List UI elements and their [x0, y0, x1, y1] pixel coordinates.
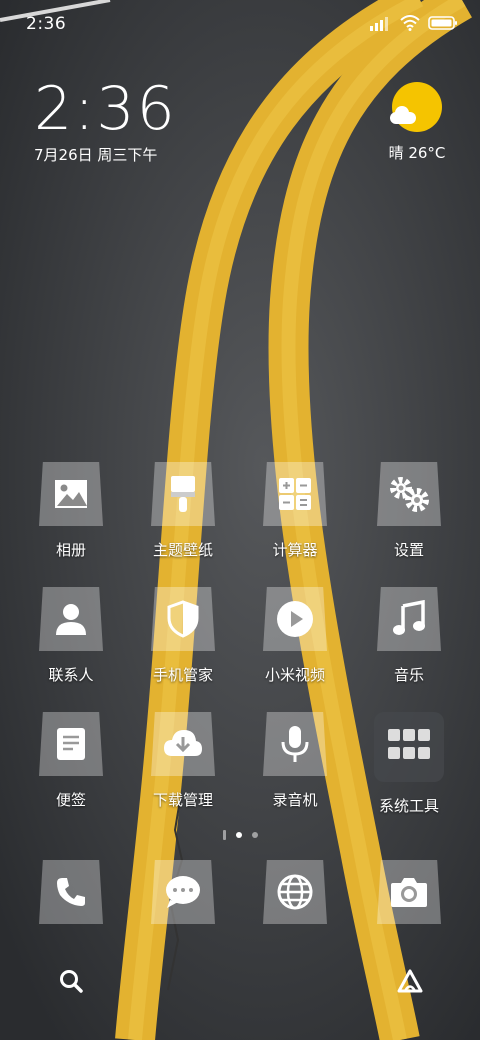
phone-icon	[39, 860, 103, 924]
app-downloads[interactable]: 下载管理	[128, 712, 238, 810]
assistant-button[interactable]	[396, 968, 424, 998]
gallery-icon	[39, 462, 103, 526]
globe-icon	[263, 860, 327, 924]
page-indicator[interactable]	[0, 830, 480, 840]
home-screen: 2:36 2:36 7月26日 周三下午 晴 26°C 相册 主题壁纸 计算器 …	[0, 0, 480, 1040]
message-bubble-icon	[151, 860, 215, 924]
app-label: 系统工具	[378, 797, 439, 815]
camera-icon	[377, 860, 441, 924]
search-icon	[60, 970, 83, 993]
app-notes[interactable]: 便签	[16, 712, 126, 810]
page-dot[interactable]	[251, 832, 258, 838]
person-icon	[39, 587, 103, 651]
paint-brush-icon	[151, 462, 215, 526]
app-security[interactable]: 手机管家	[128, 587, 238, 685]
dock-camera[interactable]	[354, 860, 464, 924]
app-label: 联系人	[48, 666, 94, 684]
app-contacts[interactable]: 联系人	[16, 587, 126, 685]
weather-widget[interactable]: 晴 26°C	[384, 82, 450, 163]
dock-browser[interactable]	[240, 860, 350, 924]
wifi-icon	[400, 15, 420, 31]
clock-date: 7月26日 周三下午	[34, 146, 158, 164]
battery-icon	[428, 16, 457, 30]
app-music[interactable]: 音乐	[354, 587, 464, 685]
app-label: 主题壁纸	[152, 541, 213, 559]
dock-phone[interactable]	[16, 860, 126, 924]
app-label: 录音机	[272, 791, 318, 809]
sunny-weather-icon	[390, 82, 442, 132]
app-label: 小米视频	[264, 666, 325, 684]
app-folder-system-tools[interactable]: 系统工具	[354, 712, 464, 816]
signal-icon	[370, 17, 388, 31]
gear-icon	[377, 462, 441, 526]
search-button[interactable]	[58, 968, 84, 998]
music-note-icon	[377, 587, 441, 651]
note-icon	[39, 712, 103, 776]
app-label: 相册	[55, 541, 86, 559]
page-dot-active[interactable]	[235, 832, 242, 838]
microphone-icon	[263, 712, 327, 776]
clock-widget[interactable]: 2:36 7月26日 周三下午	[34, 76, 177, 165]
app-label: 计算器	[272, 541, 318, 559]
assistant-icon	[397, 969, 423, 993]
cloud-download-icon	[151, 712, 215, 776]
status-time: 2:36	[26, 14, 67, 34]
app-label: 下载管理	[152, 791, 213, 809]
app-label: 便签	[55, 791, 86, 809]
status-bar: 2:36	[0, 0, 480, 48]
app-label: 设置	[393, 541, 424, 559]
play-icon	[263, 587, 327, 651]
weather-label: 晴 26°C	[388, 144, 446, 162]
app-gallery[interactable]: 相册	[16, 462, 126, 560]
app-recorder[interactable]: 录音机	[240, 712, 350, 810]
app-label: 音乐	[393, 666, 424, 684]
status-icons	[370, 15, 458, 31]
shield-icon	[151, 587, 215, 651]
dock-messages[interactable]	[128, 860, 238, 924]
clock-time: 2:36	[34, 74, 177, 144]
app-themes[interactable]: 主题壁纸	[128, 462, 238, 560]
app-mi-video[interactable]: 小米视频	[240, 587, 350, 685]
app-settings[interactable]: 设置	[354, 462, 464, 560]
app-calculator[interactable]: 计算器	[240, 462, 350, 560]
page-dot[interactable]	[222, 830, 226, 840]
folder-icon	[374, 712, 444, 782]
app-label: 手机管家	[152, 666, 213, 684]
calculator-icon	[263, 462, 327, 526]
